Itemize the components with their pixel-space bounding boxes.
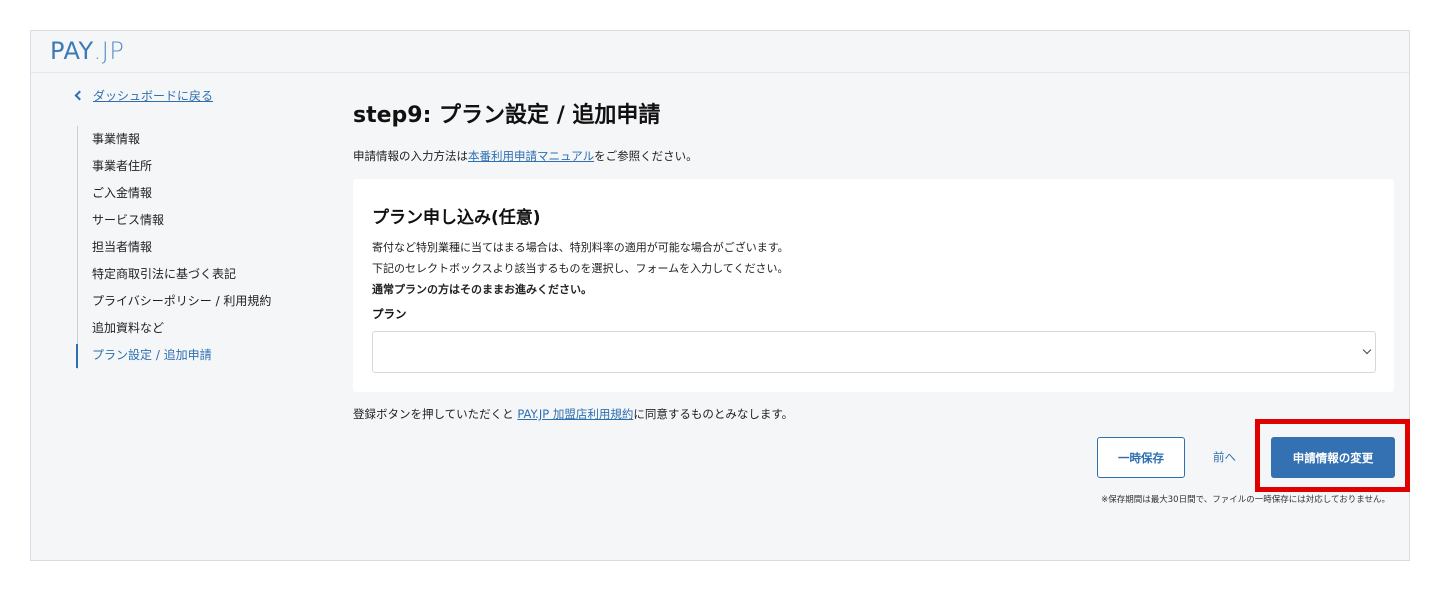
card-heading: プラン申し込み(任意) xyxy=(372,208,541,228)
terms-agreement-text: 登録ボタンを押していただくと PAY.JP 加盟店利用規約に同意するものとみなし… xyxy=(353,406,793,422)
plan-select[interactable] xyxy=(372,331,1376,373)
save-period-note: ※保存期間は最大30日間で、ファイルの一時保存には対応しておりません。 xyxy=(1101,495,1390,505)
intro-suffix: をご参照ください。 xyxy=(594,149,698,163)
nav-item-business-address[interactable]: 事業者住所 xyxy=(78,153,271,180)
nav-item-service-info[interactable]: サービス情報 xyxy=(78,207,271,234)
nav-item-privacy-terms[interactable]: プライバシーポリシー / 利用規約 xyxy=(78,288,271,315)
intro-text: 申請情報の入力方法は本番利用申請マニュアルをご参照ください。 xyxy=(353,148,698,164)
chevron-left-icon xyxy=(74,90,85,101)
terms-suffix: に同意するものとみなします。 xyxy=(633,407,794,421)
intro-prefix: 申請情報の入力方法は xyxy=(353,149,468,163)
back-link-label: ダッシュボードに戻る xyxy=(93,89,214,103)
temporary-save-button[interactable]: 一時保存 xyxy=(1097,437,1185,478)
step-navigation: 事業情報 事業者住所 ご入金情報 サービス情報 担当者情報 特定商取引法に基づく… xyxy=(75,126,271,369)
card-description-2: 下記のセレクトボックスより該当するものを選択し、フォームを入力してください。 xyxy=(372,262,789,275)
nav-item-business-info[interactable]: 事業情報 xyxy=(78,126,271,153)
merchant-terms-link[interactable]: PAY.JP 加盟店利用規約 xyxy=(517,407,633,421)
nav-item-contact-info[interactable]: 担当者情報 xyxy=(78,234,271,261)
plan-application-card: プラン申し込み(任意) 寄付など特別業種に当てはまる場合は、特別料率の適用が可能… xyxy=(353,179,1394,392)
nav-item-plan-settings[interactable]: プラン設定 / 追加申請 xyxy=(75,342,271,369)
terms-prefix: 登録ボタンを押していただくと xyxy=(353,407,518,421)
back-to-dashboard-link[interactable]: ダッシュボードに戻る xyxy=(74,87,214,104)
nav-item-additional-docs[interactable]: 追加資料など xyxy=(78,315,271,342)
highlight-box xyxy=(1255,419,1410,492)
logo-text: PAY xyxy=(50,37,94,65)
top-bar: PAY.JP xyxy=(31,31,1409,73)
app-frame: PAY.JP ダッシュボードに戻る 事業情報 事業者住所 ご入金情報 サービス情… xyxy=(30,30,1410,561)
chevron-down-icon xyxy=(1362,345,1372,355)
card-description-1: 寄付など特別業種に当てはまる場合は、特別料率の適用が可能な場合がございます。 xyxy=(372,241,789,254)
plan-field-label: プラン xyxy=(372,307,407,321)
card-description-3: 通常プランの方はそのままお進みください。 xyxy=(372,283,592,296)
previous-button[interactable]: 前へ xyxy=(1213,449,1236,465)
payjp-logo[interactable]: PAY.JP xyxy=(50,37,124,65)
page-title: step9: プラン設定 / 追加申請 xyxy=(353,103,661,128)
nav-item-deposit-info[interactable]: ご入金情報 xyxy=(78,180,271,207)
nav-item-commercial-law[interactable]: 特定商取引法に基づく表記 xyxy=(78,261,271,288)
logo-suffix: .JP xyxy=(93,37,125,65)
manual-link[interactable]: 本番利用申請マニュアル xyxy=(468,149,594,163)
